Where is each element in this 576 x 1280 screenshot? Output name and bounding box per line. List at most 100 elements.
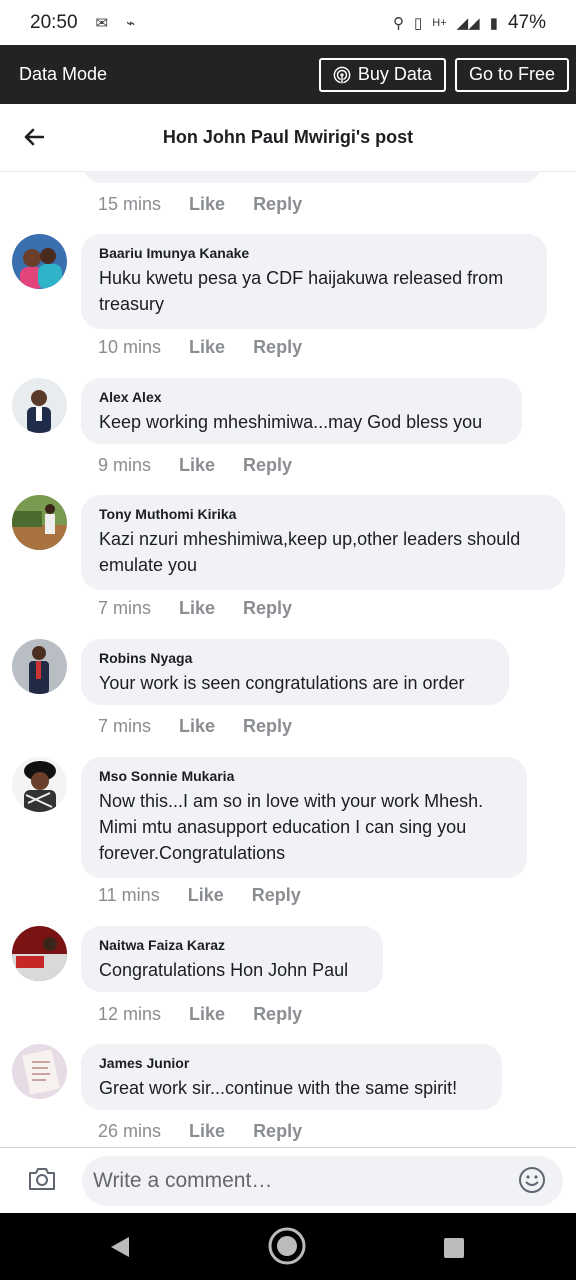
like-button[interactable]: Like: [189, 1004, 225, 1025]
battery-percent: 47%: [507, 11, 546, 33]
previous-comment-actions: 15 mins Like Reply: [98, 194, 302, 215]
page-title: Hon John Paul Mwirigi's post: [162, 127, 414, 147]
buy-data-label: Buy Data: [357, 64, 432, 84]
commenter-name[interactable]: Robins Nyaga: [99, 650, 491, 666]
reply-button[interactable]: Reply: [253, 1121, 302, 1142]
comment-line: Now this...I am so in love with your wor…: [99, 791, 484, 811]
mail-icon: ✉: [95, 14, 109, 32]
comment-actions: 9 mins Like Reply: [98, 455, 292, 476]
commenter-name[interactable]: Tony Muthomi Kirika: [99, 506, 547, 522]
previous-comment-bubble: [82, 171, 542, 183]
comment-bubble: Baariu Imunya Kanake Huku kwetu pesa ya …: [81, 234, 547, 329]
comment-text: Great work sir...continue with the same …: [99, 1075, 484, 1101]
comment-time: 10 mins: [98, 337, 162, 357]
comment-input-placeholder: Write a comment…: [93, 1169, 273, 1192]
reply-button[interactable]: Reply: [243, 598, 292, 619]
avatar[interactable]: [12, 639, 67, 694]
comment-text: Kazi nzuri mheshimiwa,keep up,other lead…: [99, 526, 547, 578]
emoji-icon[interactable]: [518, 1166, 546, 1194]
network-type: H+: [432, 16, 447, 29]
avatar[interactable]: [12, 757, 67, 812]
comment-bubble: Tony Muthomi Kirika Kazi nzuri mheshimiw…: [81, 495, 565, 590]
avatar[interactable]: [12, 234, 67, 289]
comment-line: Huku kwetu pesa ya CDF haijakuwa release…: [99, 268, 504, 288]
avatar[interactable]: [12, 378, 67, 433]
comment-line: Your work is seen congratulations are in…: [99, 673, 465, 693]
comment-line: Kazi nzuri mheshimiwa,keep up,other lead…: [99, 529, 521, 549]
comment-bubble: Mso Sonnie Mukaria Now this...I am so in…: [81, 757, 527, 878]
reply-button[interactable]: Reply: [252, 885, 301, 906]
like-button[interactable]: Like: [189, 337, 225, 358]
comment-time: 15 mins: [98, 194, 162, 214]
comment-actions: 11 mins Like Reply: [98, 885, 301, 906]
post-header: Hon John Paul Mwirigi's post: [0, 104, 576, 172]
comment-actions: 10 mins Like Reply: [98, 337, 302, 358]
like-button[interactable]: Like: [179, 716, 215, 737]
battery-icon: ▮: [489, 14, 498, 32]
comment-time: 7 mins: [98, 716, 152, 736]
comment-actions: 12 mins Like Reply: [98, 1004, 302, 1025]
commenter-name[interactable]: Naitwa Faiza Karaz: [99, 937, 365, 953]
usb-icon: ⌁: [126, 14, 136, 32]
comments-list[interactable]: 15 mins Like Reply Baariu Imunya Kanake …: [0, 171, 576, 1147]
comment-line: treasury: [99, 294, 165, 314]
go-to-free-button[interactable]: Go to Free: [454, 57, 569, 92]
comment-text: Now this...I am so in love with your wor…: [99, 788, 509, 866]
avatar[interactable]: [12, 1044, 67, 1099]
commenter-name[interactable]: James Junior: [99, 1055, 484, 1071]
reply-button[interactable]: Reply: [253, 1004, 302, 1025]
camera-icon[interactable]: [27, 1166, 59, 1194]
vibrate-icon: ▯: [413, 14, 423, 32]
commenter-name[interactable]: Baariu Imunya Kanake: [99, 245, 529, 261]
comment-line: Keep working mheshimiwa...may God bless …: [99, 412, 483, 432]
avatar[interactable]: [12, 926, 67, 981]
comment-input[interactable]: Write a comment…: [82, 1156, 563, 1206]
comment-line: Congratulations Hon John Paul: [99, 960, 349, 980]
nav-back-icon[interactable]: [109, 1236, 131, 1258]
go-to-free-label: Go to Free: [468, 64, 555, 84]
system-nav-bar: [0, 1213, 576, 1280]
avatar[interactable]: [12, 495, 67, 550]
commenter-name[interactable]: Alex Alex: [99, 389, 504, 405]
comment-bubble: Robins Nyaga Your work is seen congratul…: [81, 639, 509, 705]
buy-data-button[interactable]: Buy Data: [318, 57, 446, 92]
like-button[interactable]: Like: [179, 455, 215, 476]
comment-time: 26 mins: [98, 1121, 162, 1141]
comment-text: Huku kwetu pesa ya CDF haijakuwa release…: [99, 265, 529, 317]
comment-text: Congratulations Hon John Paul: [99, 957, 365, 983]
comment-actions: 7 mins Like Reply: [98, 716, 292, 737]
comment-bubble: Alex Alex Keep working mheshimiwa...may …: [81, 378, 522, 444]
comment-time: 11 mins: [98, 885, 160, 905]
signal-icon: ◢◢: [456, 14, 480, 32]
comment-time: 9 mins: [98, 455, 152, 475]
clock: 20:50: [30, 11, 78, 33]
data-mode-banner: Data Mode Buy Data Go to Free: [0, 45, 576, 104]
like-button[interactable]: Like: [189, 1121, 225, 1142]
wifi-icon: [333, 66, 351, 83]
commenter-name[interactable]: Mso Sonnie Mukaria: [99, 768, 509, 784]
reply-button[interactable]: Reply: [253, 337, 302, 358]
comment-line: Great work sir...continue with the same …: [99, 1078, 458, 1098]
comment-actions: 7 mins Like Reply: [98, 598, 292, 619]
back-arrow-icon[interactable]: [22, 122, 46, 152]
like-button[interactable]: Like: [189, 194, 225, 215]
like-button[interactable]: Like: [188, 885, 224, 906]
comment-bubble: Naitwa Faiza Karaz Congratulations Hon J…: [81, 926, 383, 992]
comment-composer: Write a comment…: [0, 1147, 576, 1214]
reply-button[interactable]: Reply: [243, 716, 292, 737]
comment-time: 7 mins: [98, 598, 152, 618]
comment-actions: 26 mins Like Reply: [98, 1121, 302, 1142]
comment-text: Your work is seen congratulations are in…: [99, 670, 491, 696]
reply-button[interactable]: Reply: [253, 194, 302, 215]
comment-time: 12 mins: [98, 1004, 162, 1024]
reply-button[interactable]: Reply: [243, 455, 292, 476]
comment-line: emulate you: [99, 555, 198, 575]
data-mode-title: Data Mode: [19, 64, 108, 84]
comment-line: forever.Congratulations: [99, 843, 286, 863]
nav-recents-icon[interactable]: [444, 1238, 464, 1258]
nav-home-icon[interactable]: [268, 1227, 306, 1265]
comment-bubble: James Junior Great work sir...continue w…: [81, 1044, 502, 1110]
like-button[interactable]: Like: [179, 598, 215, 619]
location-icon: ⚲: [392, 14, 404, 32]
comment-line: Mimi mtu anasupport education I can sing…: [99, 817, 467, 837]
